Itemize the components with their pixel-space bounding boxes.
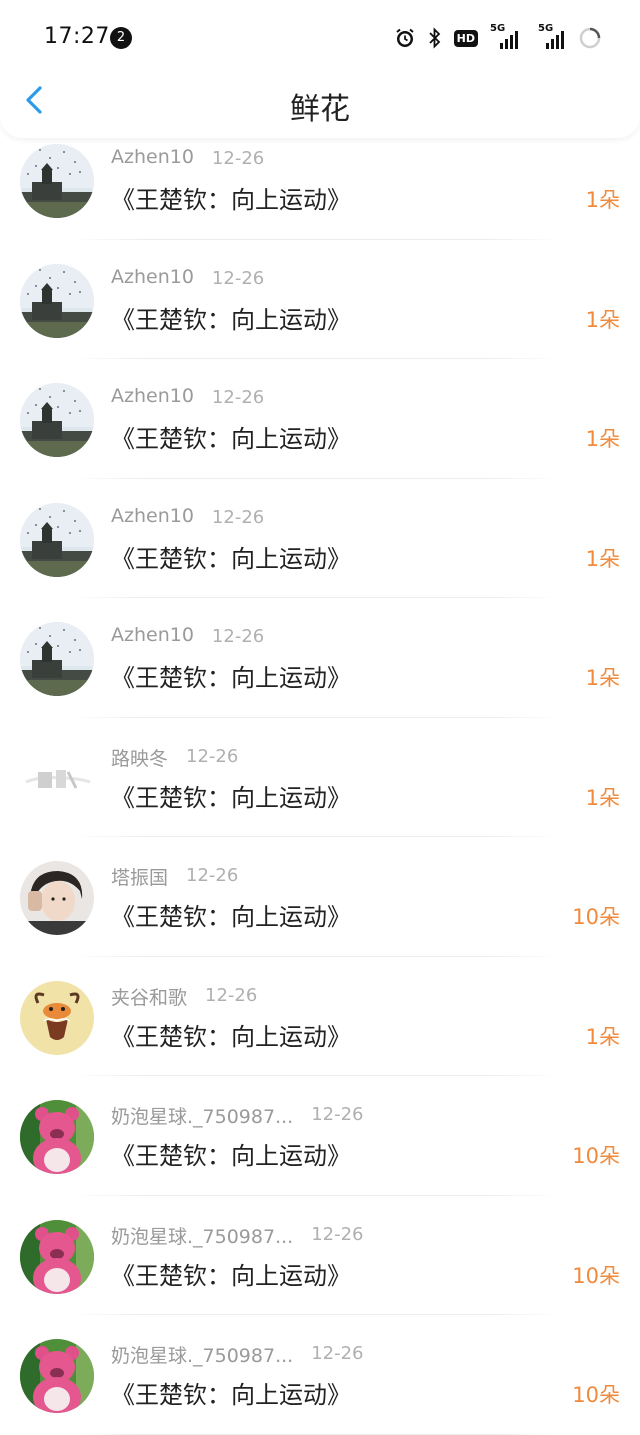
status-icons: HD 5G 5G (394, 23, 602, 52)
person-avatar[interactable] (20, 861, 94, 935)
building-avatar[interactable] (20, 622, 94, 696)
flower-count: 10朵 (572, 1263, 620, 1288)
status-bar: 17:27 2 HD 5G 5G (0, 0, 640, 70)
flower-count: 1朵 (585, 427, 620, 451)
book-title[interactable]: 《王楚钦：向上运动》 (111, 658, 351, 693)
book-title[interactable]: 《王楚钦：向上运动》 (111, 180, 351, 215)
date-label: 12-26 (211, 626, 265, 647)
list-item[interactable]: 夹谷和歌 12-26 《王楚钦：向上运动》 1朵 (0, 957, 640, 1076)
header: 鲜花 (0, 60, 640, 138)
book-title[interactable]: 《王楚钦：向上运动》 (111, 1256, 351, 1291)
signal-5g-icon-2: 5G (532, 23, 566, 49)
loading-icon (578, 26, 602, 50)
alarm-icon (394, 27, 416, 49)
username[interactable]: 塔振国 (111, 863, 168, 890)
username[interactable]: Azhen10 (111, 146, 194, 168)
book-title[interactable]: 《王楚钦：向上运动》 (111, 300, 351, 335)
sketch-avatar[interactable] (20, 741, 94, 816)
date-label: 12-26 (211, 267, 265, 289)
building-avatar[interactable] (20, 263, 94, 338)
bear-avatar[interactable] (20, 1100, 94, 1174)
list-item[interactable]: Azhen10 12-26 《王楚钦：向上运动》 1朵 (0, 598, 640, 718)
book-title[interactable]: 《王楚钦：向上运动》 (111, 778, 351, 813)
status-time: 17:27 (44, 24, 110, 49)
username[interactable]: Azhen10 (111, 385, 194, 407)
flower-count: 1朵 (585, 1024, 620, 1049)
flower-count: 1朵 (585, 546, 620, 571)
book-title[interactable]: 《王楚钦：向上运动》 (111, 419, 351, 454)
list-item[interactable]: 奶泡星球._750987... 12-26 《王楚钦：向上运动》 10朵 (0, 1076, 640, 1196)
list-item[interactable]: Azhen10 12-26 《王楚钦：向上运动》 1朵 (0, 240, 640, 359)
book-title[interactable]: 《王楚钦：向上运动》 (111, 897, 351, 932)
bear-avatar[interactable] (20, 1219, 94, 1294)
date-label: 12-26 (186, 745, 239, 767)
date-label: 12-26 (311, 1223, 364, 1245)
list-item[interactable]: Azhen10 12-26 《王楚钦：向上运动》 1朵 (0, 479, 640, 598)
date-label: 12-26 (311, 1104, 364, 1125)
book-title[interactable]: 《王楚钦：向上运动》 (111, 1017, 351, 1052)
signal-5g-icon: 5G (490, 23, 520, 49)
username[interactable]: 奶泡星球._750987... (111, 1102, 293, 1129)
bear-avatar[interactable] (20, 1339, 94, 1413)
username[interactable]: Azhen10 (111, 624, 194, 646)
bluetooth-icon (428, 27, 442, 49)
flower-count: 1朵 (585, 188, 620, 212)
list-item[interactable]: 路映冬 12-26 《王楚钦：向上运动》 1朵 (0, 718, 640, 837)
building-avatar[interactable] (20, 383, 94, 457)
building-avatar[interactable] (20, 502, 94, 577)
building-avatar[interactable] (20, 144, 94, 218)
flower-count: 10朵 (572, 1144, 620, 1168)
list-item[interactable]: 奶泡星球._750987... 12-26 《王楚钦：向上运动》 10朵 (0, 1196, 640, 1315)
capricorn-avatar[interactable] (20, 980, 94, 1055)
date-label: 12-26 (186, 865, 239, 886)
flower-count: 1朵 (585, 666, 620, 690)
date-label: 12-26 (211, 387, 265, 408)
date-label: 12-26 (311, 1343, 364, 1364)
notification-count-badge: 2 (110, 27, 132, 49)
list-item[interactable]: 奶泡星球._750987... 12-26 《王楚钦：向上运动》 10朵 (0, 1315, 640, 1435)
username[interactable]: 夹谷和歌 (111, 983, 187, 1010)
date-label: 12-26 (211, 148, 265, 169)
divider (72, 1433, 560, 1435)
flower-count: 10朵 (572, 1383, 620, 1407)
book-title[interactable]: 《王楚钦：向上运动》 (111, 539, 351, 574)
flower-count: 10朵 (572, 905, 620, 929)
flower-count: 1朵 (585, 785, 620, 810)
page-title: 鲜花 (290, 92, 350, 127)
flower-count: 1朵 (585, 307, 620, 332)
book-title[interactable]: 《王楚钦：向上运动》 (111, 1375, 351, 1410)
username[interactable]: Azhen10 (111, 266, 194, 288)
username[interactable]: 路映冬 (111, 744, 168, 771)
list-item[interactable]: 塔振国 12-26 《王楚钦：向上运动》 10朵 (0, 837, 640, 957)
username[interactable]: 奶泡星球._750987... (111, 1341, 293, 1368)
date-label: 12-26 (211, 506, 265, 528)
list-item[interactable]: Azhen10 12-26 《王楚钦：向上运动》 1朵 (0, 359, 640, 479)
date-label: 12-26 (205, 984, 258, 1006)
hd-voice-icon: HD (453, 29, 478, 47)
book-title[interactable]: 《王楚钦：向上运动》 (111, 1136, 351, 1171)
username[interactable]: 奶泡星球._750987... (111, 1222, 293, 1249)
username[interactable]: Azhen10 (111, 505, 194, 527)
